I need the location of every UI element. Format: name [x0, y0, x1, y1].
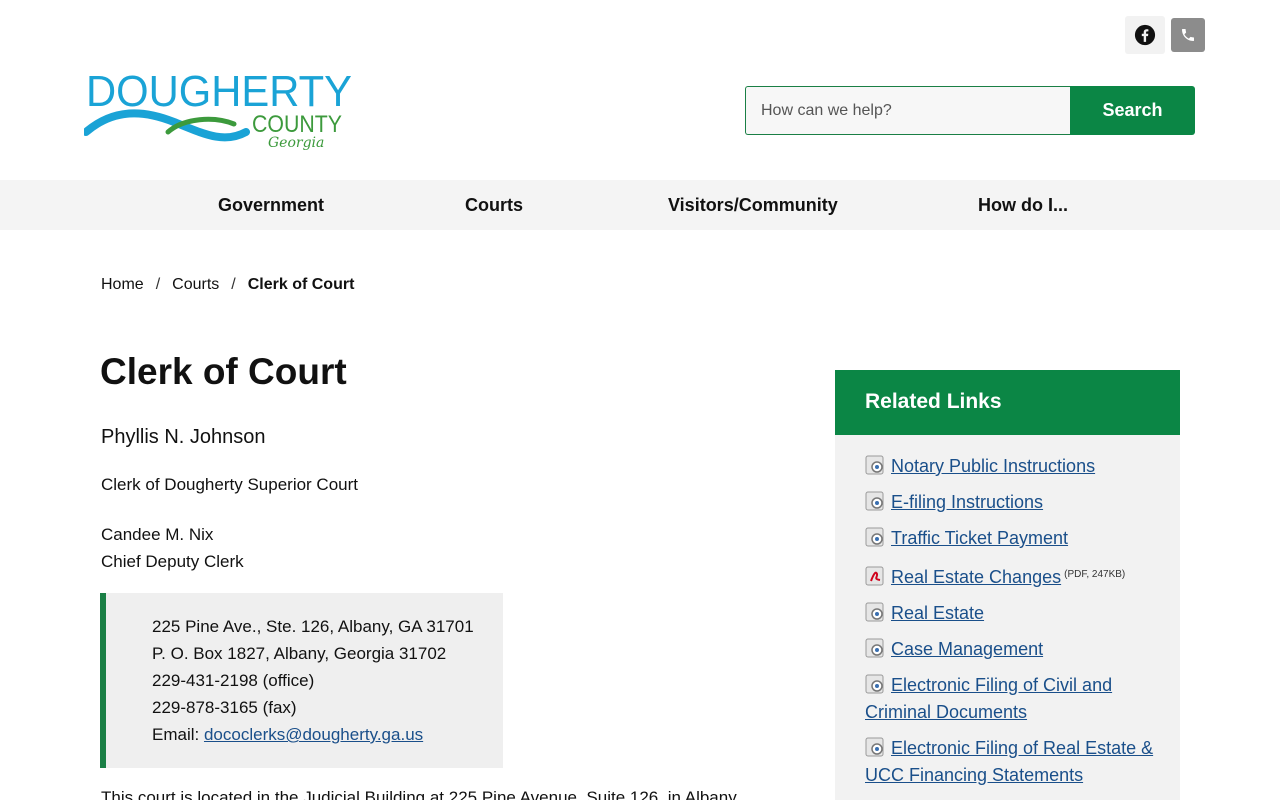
site-search: Search: [745, 86, 1195, 135]
social-links: [1125, 16, 1205, 54]
related-link-item: E-filing Instructions: [865, 489, 1160, 516]
web-link-icon: [865, 491, 884, 511]
facebook-icon: [1134, 24, 1156, 46]
breadcrumb-home[interactable]: Home: [101, 276, 144, 294]
web-link-icon: [865, 602, 884, 622]
related-links-list: Notary Public Instructions E-filing Inst…: [835, 435, 1180, 789]
related-link[interactable]: E-filing Instructions: [891, 492, 1043, 512]
related-links-title: Related Links: [835, 370, 1180, 435]
web-link-icon: [865, 737, 884, 757]
body-paragraph: This court is located in the Judicial Bu…: [101, 788, 737, 800]
nav-item-visitors-community[interactable]: Visitors/Community: [668, 180, 838, 230]
related-link[interactable]: Real Estate: [891, 603, 984, 623]
related-link[interactable]: Electronic Filing of Civil and Criminal …: [865, 675, 1112, 722]
email-row: Email: dococlerks@dougherty.ga.us: [152, 721, 503, 748]
related-link-item: Traffic Ticket Payment: [865, 525, 1160, 552]
svg-text:COUNTY: COUNTY: [252, 111, 342, 138]
related-link[interactable]: Electronic Filing of Real Estate & UCC F…: [865, 738, 1153, 785]
phone-icon: [1182, 29, 1194, 41]
svg-text:Georgia: Georgia: [268, 135, 324, 151]
nav-item-courts[interactable]: Courts: [465, 180, 523, 230]
po-box-line: P. O. Box 1827, Albany, Georgia 31702: [152, 644, 447, 663]
office-phone: 229-431-2198 (office): [152, 671, 315, 690]
related-link[interactable]: Traffic Ticket Payment: [891, 528, 1068, 548]
contact-block: 225 Pine Ave., Ste. 126, Albany, GA 3170…: [100, 593, 503, 768]
related-link-item: Case Management: [865, 636, 1160, 663]
breadcrumb-separator: /: [155, 276, 161, 293]
breadcrumb-separator: /: [231, 276, 236, 293]
related-link[interactable]: Real Estate Changes: [891, 567, 1061, 587]
pdf-icon: [865, 566, 884, 586]
file-meta: (PDF, 247KB): [1064, 569, 1126, 580]
site-logo[interactable]: DOUGHERTY COUNTY Georgia: [82, 66, 356, 156]
facebook-link[interactable]: [1125, 16, 1165, 54]
deputy-title: Chief Deputy Clerk: [101, 552, 244, 571]
related-link-item: Electronic Filing of Civil and Criminal …: [865, 672, 1160, 726]
svg-text:DOUGHERTY: DOUGHERTY: [86, 67, 352, 116]
search-button[interactable]: Search: [1070, 86, 1195, 135]
related-link-item: Notary Public Instructions: [865, 453, 1160, 480]
web-link-icon: [865, 527, 884, 547]
phone-link[interactable]: [1171, 18, 1205, 52]
deputy-info: Candee M. Nix Chief Deputy Clerk: [101, 521, 244, 575]
web-link-icon: [865, 455, 884, 475]
related-link[interactable]: Case Management: [891, 639, 1043, 659]
related-links-panel: Related Links Notary Public Instructions…: [835, 370, 1180, 800]
web-link-icon: [865, 638, 884, 658]
email-link[interactable]: dococlerks@dougherty.ga.us: [204, 725, 423, 744]
nav-item-how-do-i[interactable]: How do I...: [978, 180, 1068, 230]
address-line: 225 Pine Ave., Ste. 126, Albany, GA 3170…: [152, 617, 474, 636]
clerk-name: Phyllis N. Johnson: [101, 426, 266, 448]
related-link-item: Real Estate: [865, 600, 1160, 627]
breadcrumb: Home / Courts / Clerk of Court: [101, 276, 354, 294]
nav-item-government[interactable]: Government: [218, 180, 324, 230]
related-link-item: Electronic Filing of Real Estate & UCC F…: [865, 735, 1160, 789]
main-nav: Government Courts Visitors/Community How…: [0, 180, 1280, 230]
breadcrumb-courts[interactable]: Courts: [172, 276, 219, 294]
related-link[interactable]: Notary Public Instructions: [891, 456, 1095, 476]
breadcrumb-current: Clerk of Court: [247, 276, 355, 293]
page-title: Clerk of Court: [100, 351, 347, 392]
search-input[interactable]: [745, 86, 1070, 135]
email-label: Email:: [152, 725, 200, 744]
fax-number: 229-878-3165 (fax): [152, 698, 297, 717]
related-link-item: Real Estate Changes (PDF, 247KB): [865, 561, 1160, 591]
web-link-icon: [865, 674, 884, 694]
deputy-name: Candee M. Nix: [101, 525, 214, 544]
clerk-title: Clerk of Dougherty Superior Court: [101, 475, 359, 494]
